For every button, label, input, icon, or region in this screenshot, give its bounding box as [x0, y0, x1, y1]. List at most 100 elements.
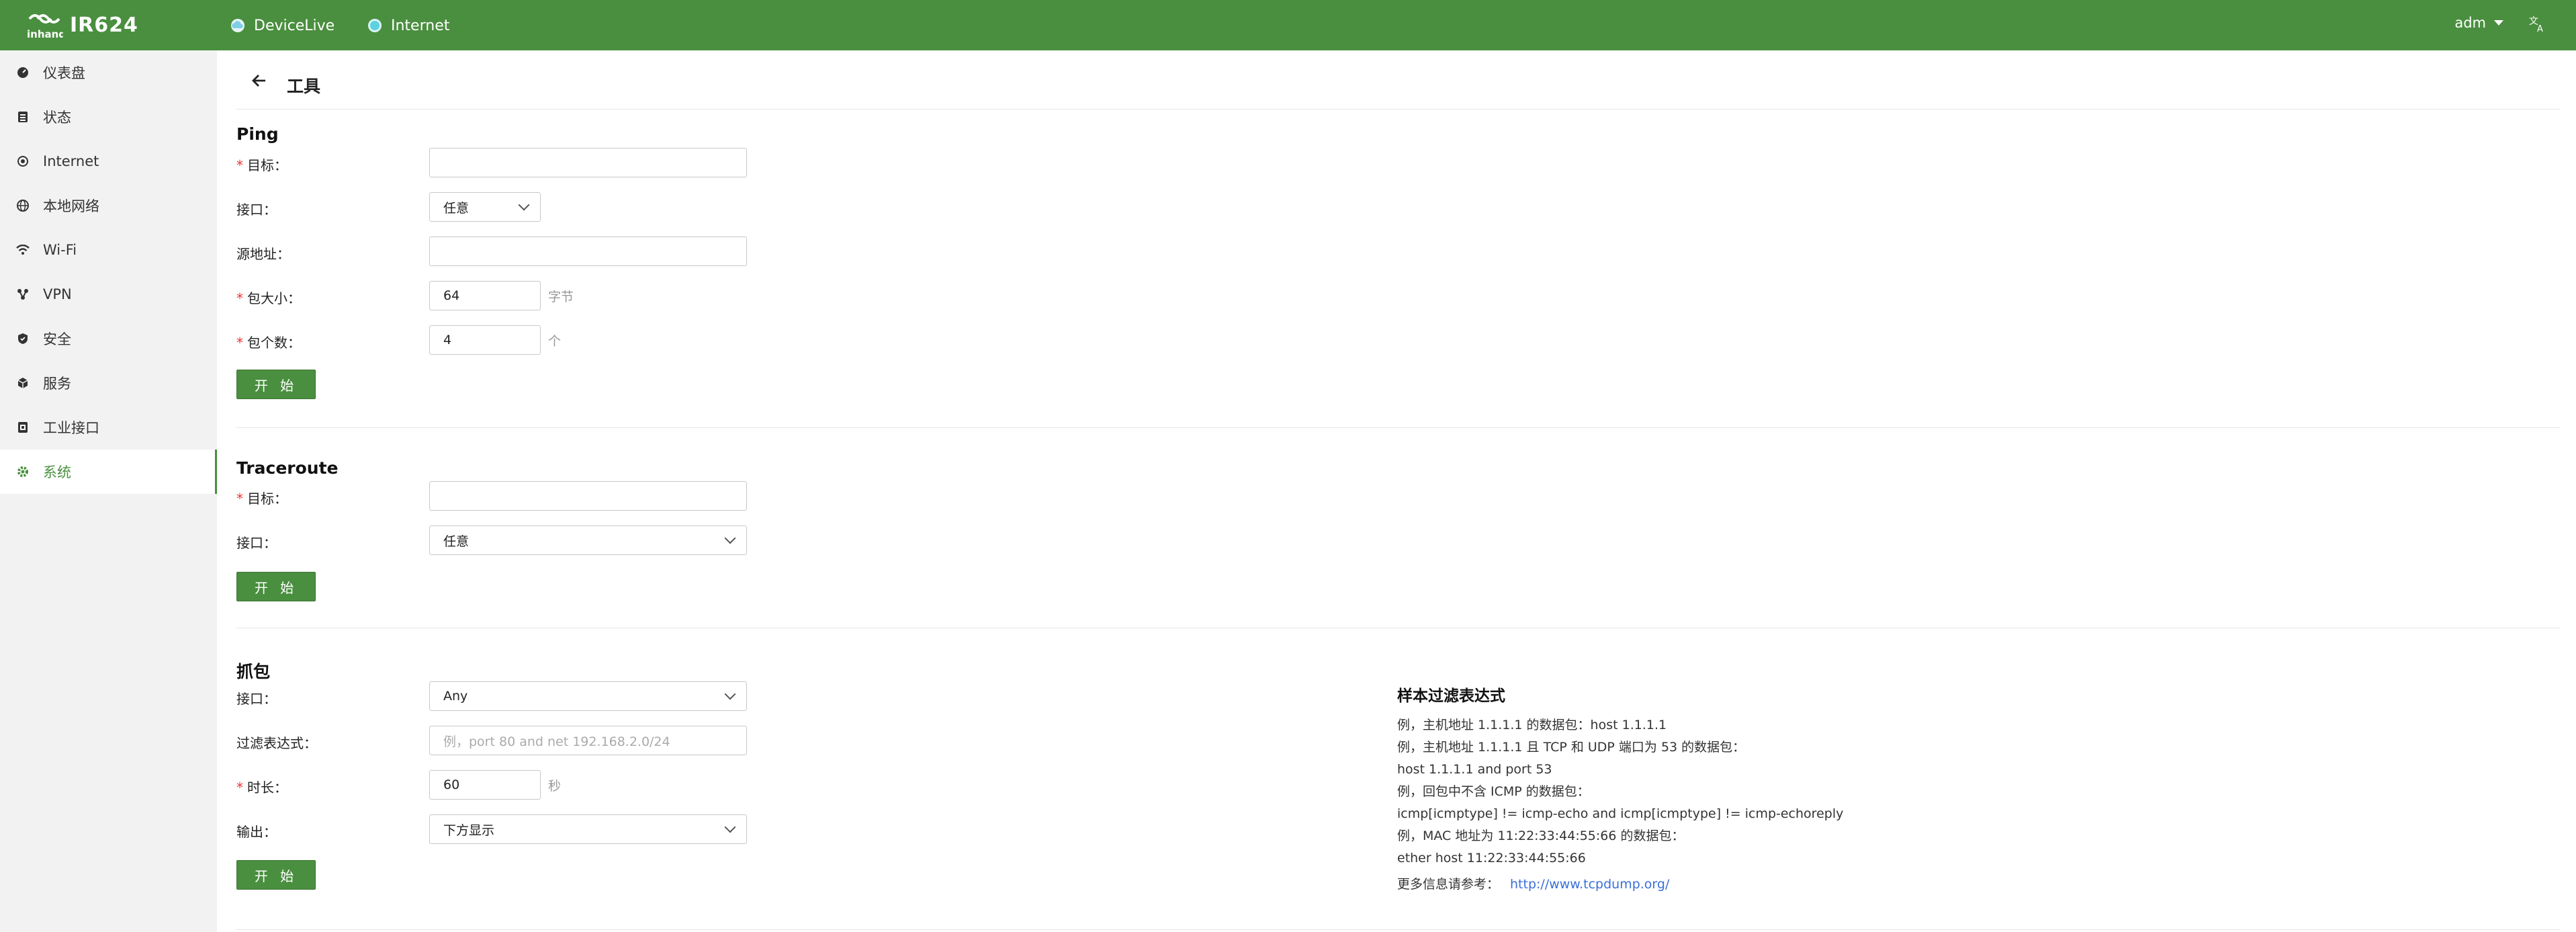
ping-source-label: 源地址： [236, 246, 290, 262]
service-icon [16, 376, 30, 390]
chevron-down-icon [518, 199, 530, 211]
status-icon [16, 110, 30, 124]
sidebar-item-security[interactable]: 安全 [0, 316, 217, 361]
sidebar-item-label: 服务 [43, 376, 71, 392]
traceroute-interface-value: 任意 [443, 534, 470, 549]
ping-target-input[interactable] [429, 148, 747, 177]
ping-interface-value: 任意 [443, 200, 470, 216]
capture-interface-value: Any [443, 689, 468, 704]
sidebar-item-status[interactable]: 状态 [0, 95, 217, 139]
user-menu[interactable]: adm [2454, 15, 2503, 31]
page-header: 工具 [236, 69, 2560, 110]
sidebar-item-label: 工业接口 [43, 420, 99, 436]
industrial-port-icon [16, 421, 30, 434]
sidebar-item-label: 仪表盘 [43, 65, 85, 81]
traceroute-target-label-text: 目标： [247, 491, 287, 507]
devicelive-link[interactable]: DeviceLive [231, 12, 335, 39]
sample-filter-title: 样本过滤表达式 [1397, 687, 1505, 705]
vpn-icon [16, 288, 30, 301]
ping-source-input[interactable] [429, 237, 747, 266]
product-name: IR624 [70, 13, 138, 37]
logo[interactable]: inhand IR624 [26, 9, 138, 41]
back-arrow-icon[interactable] [251, 72, 277, 94]
sidebar-item-internet[interactable]: Internet [0, 139, 217, 183]
main-content: 工具 Ping * 目标： 接口： 任意 源地址： * 包大小： 64 字节 * 包个… [217, 50, 2576, 932]
capture-output-value: 下方显示 [443, 822, 495, 838]
ping-section-title: Ping [236, 124, 279, 144]
internet-link[interactable]: Internet [368, 12, 449, 39]
lan-icon [16, 199, 30, 212]
sidebar-item-industrial[interactable]: 工业接口 [0, 405, 217, 450]
ping-count-label-text: 包个数： [247, 335, 301, 351]
capture-output-select[interactable]: 下方显示 [429, 814, 747, 844]
section-divider [236, 427, 2560, 428]
ping-size-unit: 字节 [548, 290, 574, 304]
capture-duration-unit: 秒 [548, 779, 562, 794]
inhand-logo-icon: inhand [26, 9, 66, 40]
sample-line: host 1.1.1.1 and port 53 [1397, 762, 1552, 777]
sample-filter-panel: 样本过滤表达式 例，主机地址 1.1.1.1 的数据包：host 1.1.1.1… [1397, 685, 1843, 896]
sample-line: 例，MAC 地址为 11:22:33:44:55:66 的数据包： [1397, 829, 1685, 843]
ping-start-button[interactable]: 开 始 [236, 370, 316, 399]
sidebar-item-vpn[interactable]: VPN [0, 272, 217, 316]
sample-line: 例，主机地址 1.1.1.1 的数据包：host 1.1.1.1 [1397, 718, 1667, 732]
required-mark: * [236, 157, 243, 173]
top-bar: inhand IR624 DeviceLive Internet adm 文 A [0, 0, 2576, 50]
ping-count-label: * 包个数： [236, 332, 301, 351]
sidebar-item-wifi[interactable]: Wi-Fi [0, 228, 217, 272]
svg-text:A: A [2537, 24, 2543, 32]
traceroute-target-input[interactable] [429, 481, 747, 511]
traceroute-interface-select[interactable]: 任意 [429, 525, 747, 555]
caret-down-icon [2494, 20, 2503, 26]
chevron-down-icon [724, 688, 736, 700]
tcpdump-link[interactable]: http://www.tcpdump.org/ [1510, 877, 1669, 892]
traceroute-interface-label: 接口： [236, 535, 277, 551]
devicelive-label: DeviceLive [254, 17, 335, 34]
internet-icon [16, 155, 30, 168]
sidebar: 仪表盘 状态 Internet 本地网络 Wi-Fi VPN 安全 服务 工业接… [0, 50, 217, 932]
capture-duration-input[interactable]: 60 [429, 770, 541, 800]
sidebar-item-label: 系统 [43, 464, 71, 480]
ping-target-label: * 目标： [236, 155, 287, 174]
ping-size-input[interactable]: 64 [429, 281, 541, 310]
sidebar-item-label: 本地网络 [43, 198, 99, 214]
more-info-label: 更多信息请参考： [1397, 877, 1500, 892]
capture-interface-select[interactable]: Any [429, 681, 747, 711]
shield-icon [16, 332, 30, 345]
traceroute-section-title: Traceroute [236, 458, 339, 478]
ping-size-label-text: 包大小： [247, 290, 301, 306]
ping-count-unit: 个 [548, 334, 562, 349]
sidebar-item-lan[interactable]: 本地网络 [0, 183, 217, 228]
sidebar-item-label: 状态 [43, 110, 71, 126]
capture-start-button[interactable]: 开 始 [236, 860, 316, 890]
ping-size-label: * 包大小： [236, 288, 301, 307]
internet-label: Internet [391, 17, 450, 34]
sample-line: 例，主机地址 1.1.1.1 且 TCP 和 UDP 端口为 53 的数据包： [1397, 740, 1746, 755]
traceroute-start-button[interactable]: 开 始 [236, 572, 316, 601]
capture-filter-label: 过滤表达式： [236, 735, 317, 751]
capture-duration-label-text: 时长： [247, 779, 287, 796]
required-mark: * [236, 491, 243, 507]
required-mark: * [236, 335, 243, 351]
ping-target-label-text: 目标： [247, 157, 287, 173]
user-name: adm [2454, 15, 2486, 31]
ping-count-input[interactable]: 4 [429, 325, 541, 355]
required-mark: * [236, 779, 243, 796]
globe-status-icon [368, 19, 382, 32]
svg-text:inhand: inhand [27, 28, 63, 40]
sidebar-item-label: 安全 [43, 331, 71, 347]
ping-interface-select[interactable]: 任意 [429, 192, 541, 222]
capture-filter-input[interactable]: 例，port 80 and net 192.168.2.0/24 [429, 726, 747, 755]
section-divider [236, 929, 2560, 930]
sidebar-item-dashboard[interactable]: 仪表盘 [0, 50, 217, 95]
wifi-icon [16, 243, 30, 257]
capture-duration-label: * 时长： [236, 777, 287, 796]
translate-icon[interactable]: 文 A [2529, 15, 2546, 36]
chevron-down-icon [724, 821, 736, 833]
page-title: 工具 [287, 77, 321, 96]
sidebar-item-service[interactable]: 服务 [0, 361, 217, 405]
sidebar-item-label: VPN [43, 286, 72, 302]
cloud-icon [231, 19, 245, 32]
sidebar-item-system[interactable]: 系统 [0, 450, 217, 494]
sample-line: 例，回包中不含 ICMP 的数据包： [1397, 784, 1590, 799]
